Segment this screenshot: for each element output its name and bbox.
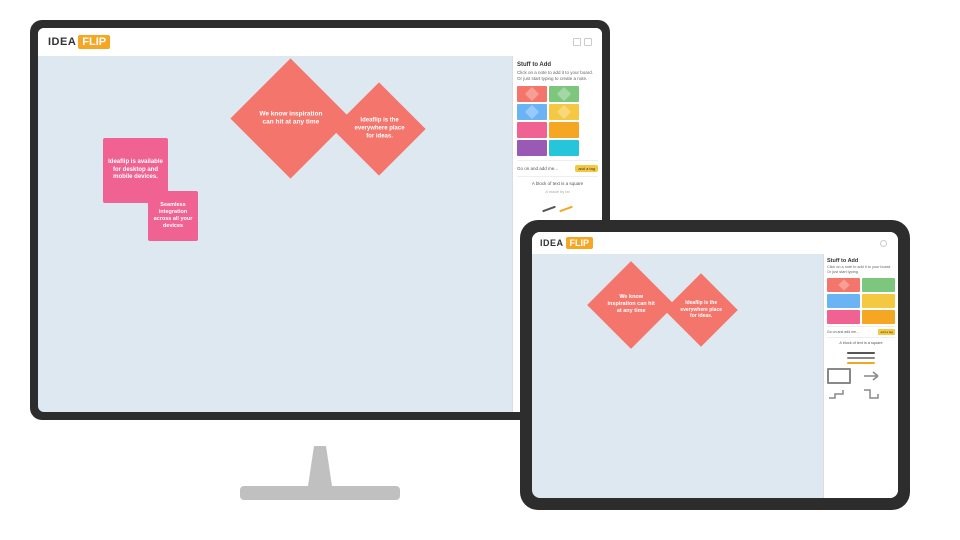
scene: IDEA FLIP Ideaflip is available for desk… — [0, 0, 960, 540]
t-sticker-3[interactable] — [827, 294, 860, 308]
tool-line-3[interactable] — [847, 362, 875, 364]
tablet-tag-btn[interactable]: add a tag — [878, 329, 895, 335]
sidebar-sticker-yellow[interactable] — [549, 104, 579, 120]
sidebar-title: Stuff to Add — [517, 62, 598, 68]
sidebar-divider-2 — [517, 176, 598, 177]
stand-base — [240, 486, 400, 500]
shape-step-1[interactable] — [827, 386, 851, 402]
sidebar-sticker-red[interactable] — [517, 86, 547, 102]
tablet-logo-flip: FLIP — [566, 237, 594, 249]
sidebar-credit: A made by txt — [517, 189, 598, 194]
sidebar-text-block-label: A block of text is a square — [517, 181, 598, 187]
tablet-screen: IDEA FLIP We know inspiration can hit at… — [532, 232, 898, 498]
sticky-text-m4: Ideaflip is the everywhere place for ide… — [347, 113, 412, 144]
tablet-text-block: A block of text is a square — [827, 341, 895, 346]
tablet-tool-section — [827, 352, 895, 402]
tablet-sticker-grid — [827, 278, 895, 324]
sticky-note-m2[interactable]: Seamless integration across all your dev… — [148, 191, 198, 241]
tablet-sticky-1[interactable]: We know inspiration can hit at any time — [587, 261, 675, 349]
stand-neck — [305, 446, 335, 486]
tablet-go-on: Go on and add me... — [827, 330, 876, 334]
sidebar-subtitle: Click on a note to add it to your board.… — [517, 70, 598, 82]
window-control-1[interactable] — [573, 38, 581, 46]
tablet-shape-tools — [827, 368, 895, 402]
tool-line-2[interactable] — [847, 357, 875, 359]
monitor-app-header: IDEA FLIP — [38, 28, 602, 56]
sidebar-tool-icons — [517, 200, 598, 210]
t-sticker-2[interactable] — [862, 278, 895, 292]
logo-flip: FLIP — [78, 35, 110, 49]
sidebar-sticker-blue[interactable] — [517, 104, 547, 120]
tablet-sticky-text-1: We know inspiration can hit at any time — [602, 291, 660, 318]
shape-square[interactable] — [827, 368, 851, 384]
pen-icon-1[interactable] — [542, 206, 556, 213]
sticky-text-m3: We know inspiration can hit at any time — [251, 105, 331, 132]
sidebar-sticker-purple[interactable] — [517, 140, 547, 156]
tablet-bezel: IDEA FLIP We know inspiration can hit at… — [520, 220, 910, 510]
shape-step-2[interactable] — [862, 386, 886, 402]
sidebar-go-on-text: Go on and add me... — [517, 166, 573, 171]
monitor-screen: IDEA FLIP Ideaflip is available for desk… — [38, 28, 602, 412]
sticky-text-m2: Seamless integration across all your dev… — [148, 199, 198, 234]
sidebar-sticker-row-4 — [517, 140, 598, 156]
sidebar-add-row: Go on and add me... add a tag — [517, 165, 598, 172]
sidebar-divider-1 — [517, 160, 598, 161]
tablet-sidebar-divider-2 — [827, 337, 895, 338]
sidebar-sticker-row-2 — [517, 104, 598, 120]
tablet-sidebar-title: Stuff to Add — [827, 258, 895, 264]
tablet-add-row: Go on and add me... add a tag — [827, 329, 895, 335]
t-sticker-1[interactable] — [827, 278, 860, 292]
sticky-note-m4[interactable]: Ideaflip is the everywhere place for ide… — [332, 82, 425, 175]
tool-line-1[interactable] — [847, 352, 875, 354]
sidebar-sticker-row-3 — [517, 122, 598, 138]
sticky-text-m1: Ideaflip is available for desktop and mo… — [103, 155, 168, 186]
t-sticker-4[interactable] — [862, 294, 895, 308]
tablet-search-icon[interactable] — [880, 240, 887, 247]
window-control-2[interactable] — [584, 38, 592, 46]
sidebar-sticker-green[interactable] — [549, 86, 579, 102]
t-sticker-6[interactable] — [862, 310, 895, 324]
sidebar-sticker-pink[interactable] — [517, 122, 547, 138]
monitor-canvas[interactable]: Ideaflip is available for desktop and mo… — [38, 56, 512, 412]
tablet-sidebar: Stuff to Add Click on a note to add it t… — [823, 254, 898, 498]
pen-icon-2[interactable] — [559, 206, 573, 213]
tablet-sticky-2[interactable]: Ideaflip is the everywhere place for ide… — [664, 273, 738, 347]
tablet-logo-idea: IDEA — [540, 238, 564, 248]
logo-idea: IDEA — [48, 36, 76, 48]
sticky-note-m3[interactable]: We know inspiration can hit at any time — [230, 58, 350, 178]
tablet-canvas[interactable]: We know inspiration can hit at any time … — [532, 254, 823, 498]
sidebar-sticker-row-1 — [517, 86, 598, 102]
tablet-sticky-text-2: Ideaflip is the everywhere place for ide… — [676, 297, 726, 323]
sidebar-sticker-orange[interactable] — [549, 122, 579, 138]
sidebar-sticker-cyan[interactable] — [549, 140, 579, 156]
t-sticker-5[interactable] — [827, 310, 860, 324]
sidebar-add-tag-btn[interactable]: add a tag — [575, 165, 598, 172]
tablet-sidebar-subtitle: Click on a note to add it to your board.… — [827, 265, 895, 275]
tablet-sidebar-divider-1 — [827, 326, 895, 327]
shape-arrow[interactable] — [862, 368, 886, 384]
tablet-app-header: IDEA FLIP — [532, 232, 898, 254]
tablet-tools — [827, 352, 895, 364]
tablet-device: IDEA FLIP We know inspiration can hit at… — [520, 220, 910, 510]
